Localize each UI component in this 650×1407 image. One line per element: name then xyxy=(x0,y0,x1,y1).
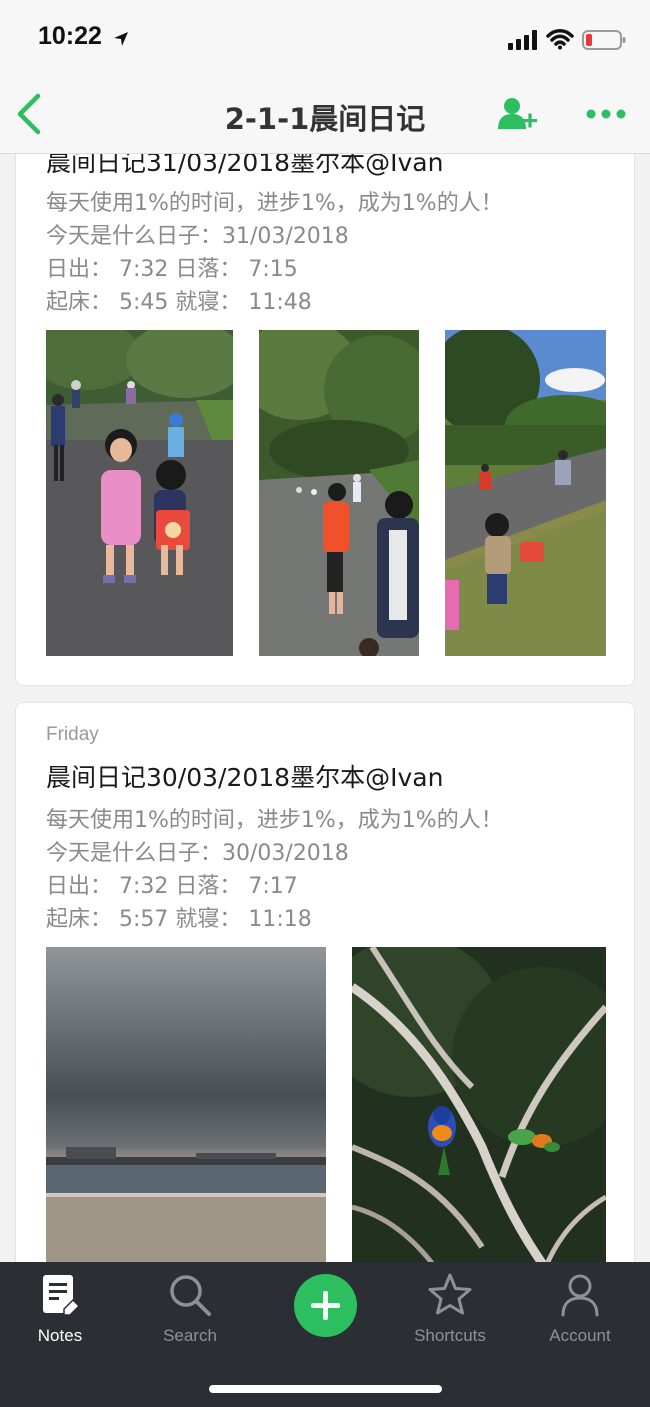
note-line: 每天使用1%的时间，进步1%，成为1%的人！ xyxy=(46,808,503,833)
tab-shortcuts-label: Shortcuts xyxy=(414,1326,486,1345)
notebook-title: 2-1-1晨间日记 xyxy=(224,102,426,136)
note-photo-girls-park[interactable] xyxy=(46,330,233,656)
note-list[interactable]: 晨间日记31/03/2018墨尔本@Ivan 每天使用1%的时间，进步1%，成为… xyxy=(0,0,650,1407)
tab-account[interactable]: Account xyxy=(525,1272,635,1352)
share-add-person-icon[interactable] xyxy=(496,96,538,130)
note-line: 起床： 5:57 就寝： 11:18 xyxy=(46,907,312,932)
plus-icon xyxy=(311,1291,340,1320)
note-line: 日出： 7:32 日落： 7:15 xyxy=(46,257,298,282)
star-icon xyxy=(428,1273,472,1315)
note-card[interactable]: Friday 晨间日记30/03/2018墨尔本@Ivan 每天使用1%的时间，… xyxy=(15,702,635,1322)
new-note-button[interactable] xyxy=(294,1274,357,1337)
note-photo-cloudy-beach[interactable] xyxy=(46,947,326,1277)
note-line: 今天是什么日子：31/03/2018 xyxy=(46,224,349,249)
note-card[interactable]: 晨间日记31/03/2018墨尔本@Ivan 每天使用1%的时间，进步1%，成为… xyxy=(15,110,635,686)
note-photo-lawn[interactable] xyxy=(445,330,606,656)
notes-icon xyxy=(43,1275,80,1316)
note-line: 今天是什么日子：30/03/2018 xyxy=(46,841,349,866)
home-indicator[interactable] xyxy=(209,1385,442,1393)
location-arrow-icon xyxy=(114,32,128,46)
note-photo-park-path[interactable] xyxy=(259,330,419,656)
wifi-icon xyxy=(546,29,574,50)
note-title: 晨间日记30/03/2018墨尔本@Ivan xyxy=(46,763,444,792)
tab-bar: Notes Search Shortcuts Account xyxy=(0,1262,650,1407)
note-line: 起床： 5:45 就寝： 11:48 xyxy=(46,290,312,315)
tab-notes-label: Notes xyxy=(37,1326,83,1345)
cellular-signal-icon xyxy=(508,30,537,50)
navigation-bar: 2-1-1晨间日记 xyxy=(0,78,650,154)
note-line: 每天使用1%的时间，进步1%，成为1%的人！ xyxy=(46,191,503,216)
battery-low-icon xyxy=(582,30,626,50)
note-line: 日出： 7:32 日落： 7:17 xyxy=(46,874,298,899)
more-options-icon[interactable] xyxy=(586,102,626,126)
tab-shortcuts[interactable]: Shortcuts xyxy=(395,1272,505,1352)
tab-notes[interactable]: Notes xyxy=(5,1272,115,1352)
app-screen: 晨间日记31/03/2018墨尔本@Ivan 每天使用1%的时间，进步1%，成为… xyxy=(0,0,650,1407)
tab-account-label: Account xyxy=(549,1326,611,1345)
account-icon xyxy=(561,1274,599,1317)
tab-search-label: Search xyxy=(163,1326,217,1345)
tab-search[interactable]: Search xyxy=(135,1272,245,1352)
status-bar: 10:22 xyxy=(0,0,650,78)
note-day-label: Friday xyxy=(46,724,99,745)
search-icon xyxy=(170,1275,211,1316)
note-photo-parrot[interactable] xyxy=(352,947,606,1277)
status-time: 10:22 xyxy=(38,22,102,50)
